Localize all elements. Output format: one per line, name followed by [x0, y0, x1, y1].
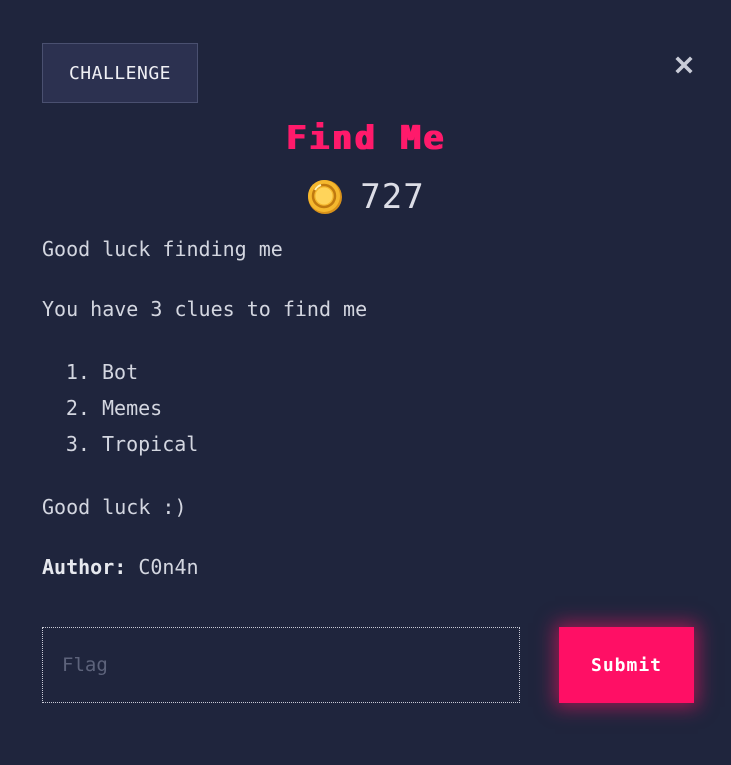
coin-icon: [308, 180, 343, 214]
author-label: Author:: [42, 555, 127, 579]
description-outro: Good luck :): [42, 495, 187, 519]
points-value: 727: [360, 177, 425, 217]
challenge-tab[interactable]: CHALLENGE: [42, 43, 198, 103]
description-intro: Good luck finding me: [42, 237, 283, 261]
points-display: 727: [0, 177, 731, 217]
clue-item: Bot: [102, 354, 692, 390]
challenge-description: Good luck finding me You have 3 clues to…: [42, 234, 692, 612]
close-button[interactable]: [672, 53, 696, 77]
clue-list: Bot Memes Tropical: [42, 354, 692, 462]
author-line: Author: C0n4n: [42, 552, 692, 582]
submit-button[interactable]: Submit: [559, 627, 694, 703]
challenge-title: Find Me: [285, 118, 446, 157]
description-clues-text: You have 3 clues to find me: [42, 297, 368, 321]
flag-input[interactable]: [42, 627, 520, 703]
author-name: C0n4n: [138, 555, 199, 579]
close-icon: [675, 56, 693, 74]
clue-item: Tropical: [102, 426, 692, 462]
clue-item: Memes: [102, 390, 692, 426]
